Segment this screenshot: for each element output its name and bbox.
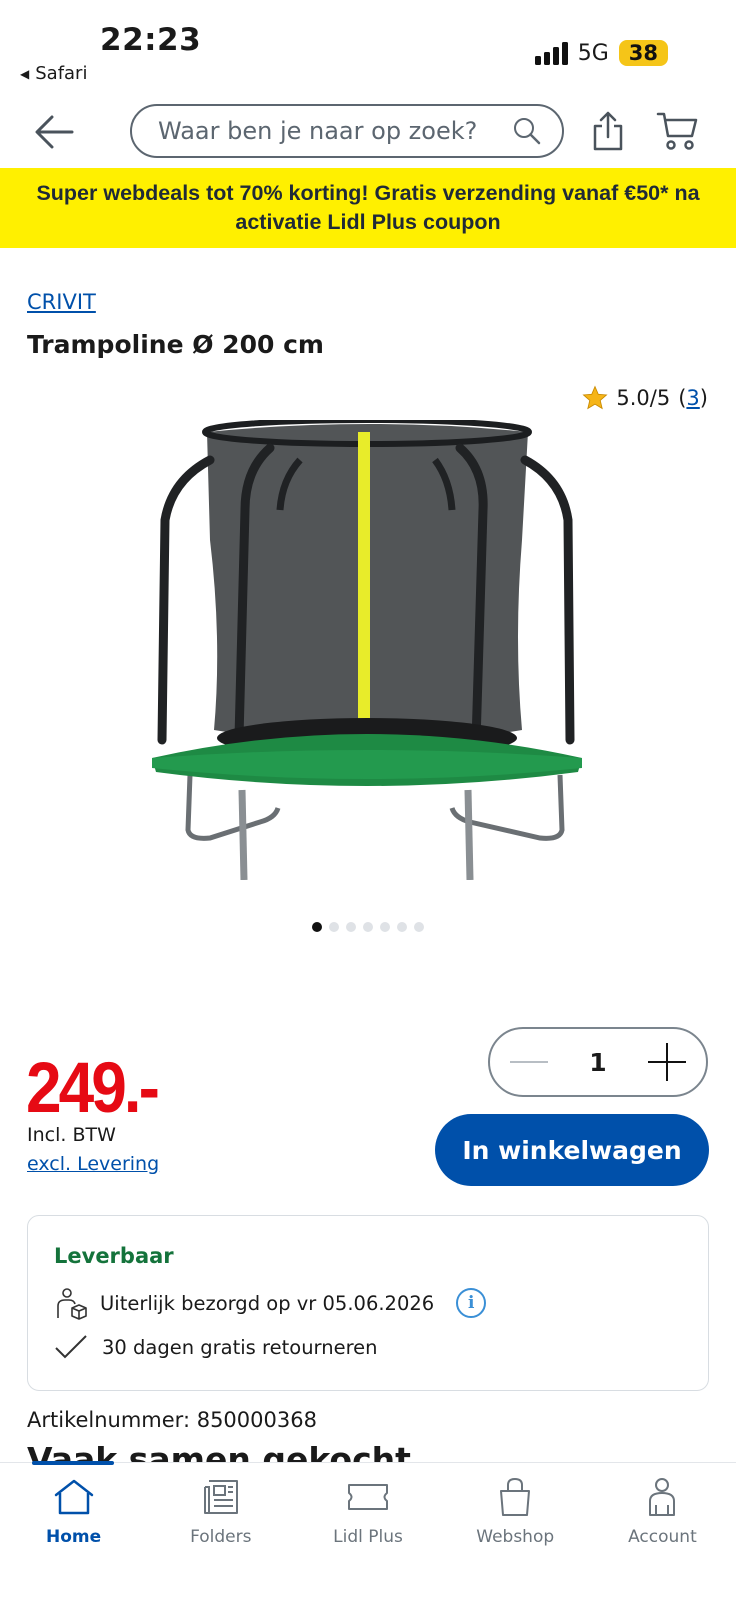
tab-account[interactable]: Account xyxy=(589,1463,736,1600)
page-dot[interactable] xyxy=(414,922,424,932)
search-icon[interactable] xyxy=(512,116,542,146)
tab-home[interactable]: Home xyxy=(0,1463,147,1600)
decrease-quantity-button[interactable] xyxy=(510,1061,548,1063)
page-dot[interactable] xyxy=(397,922,407,932)
tab-label: Home xyxy=(46,1527,102,1547)
article-number: Artikelnummer: 850000368 xyxy=(27,1408,317,1432)
tab-webshop[interactable]: Webshop xyxy=(442,1463,589,1600)
vat-note: Incl. BTW xyxy=(27,1124,116,1146)
page-dot[interactable] xyxy=(380,922,390,932)
rating-count-link[interactable]: 3 xyxy=(686,386,699,410)
returns-text: 30 dagen gratis retourneren xyxy=(102,1335,378,1359)
home-icon xyxy=(54,1479,93,1515)
share-icon[interactable] xyxy=(590,110,626,152)
search-input[interactable]: Waar ben je naar op zoek? xyxy=(130,104,564,158)
ticket-icon xyxy=(348,1484,388,1510)
product-image[interactable] xyxy=(150,420,590,880)
bottom-tab-bar: Home Folders Lidl Plus Webshop Account xyxy=(0,1461,736,1600)
shopping-bag-icon xyxy=(500,1477,531,1516)
tab-label: Webshop xyxy=(476,1527,555,1547)
promo-banner[interactable]: Super webdeals tot 70% korting! Gratis v… xyxy=(0,168,736,248)
quantity-value: 1 xyxy=(589,1047,607,1077)
tab-lidl-plus[interactable]: Lidl Plus xyxy=(294,1463,441,1600)
account-icon xyxy=(649,1478,676,1516)
page-dot[interactable] xyxy=(329,922,339,932)
add-to-cart-button[interactable]: In winkelwagen xyxy=(435,1114,709,1186)
rating[interactable]: 5.0/5 (3) xyxy=(582,385,708,411)
page-dot[interactable] xyxy=(363,922,373,932)
battery-icon: 38 xyxy=(618,40,668,66)
back-to-safari[interactable]: ◀ Safari xyxy=(20,63,87,84)
back-triangle-icon: ◀ xyxy=(20,66,30,81)
delivery-info-box: Leverbaar Uiterlijk bezorgd op vr 05.06.… xyxy=(27,1215,709,1391)
page-dot[interactable] xyxy=(346,922,356,932)
folders-icon xyxy=(203,1480,238,1514)
rating-value: 5.0/5 xyxy=(616,386,671,410)
network-label: 5G xyxy=(577,40,609,66)
returns-row: 30 dagen gratis retourneren xyxy=(54,1334,378,1360)
price: 249.- xyxy=(26,1047,160,1128)
tab-label: Account xyxy=(628,1527,697,1547)
promo-text: Super webdeals tot 70% korting! Gratis v… xyxy=(36,181,700,234)
back-arrow-icon[interactable] xyxy=(30,108,78,156)
status-time: 22:23 xyxy=(100,22,202,58)
product-title: Trampoline Ø 200 cm xyxy=(27,330,324,359)
checkmark-icon xyxy=(55,1335,87,1359)
signal-icon xyxy=(534,41,568,65)
tab-label: Lidl Plus xyxy=(333,1527,403,1547)
availability-status: Leverbaar xyxy=(54,1244,174,1268)
increase-quantity-button[interactable] xyxy=(648,1043,686,1081)
active-tab-indicator xyxy=(32,1461,114,1465)
delivery-cost-link[interactable]: excl. Levering xyxy=(27,1153,159,1175)
section-heading: Vaak samen gekocht xyxy=(27,1440,411,1462)
page-dot[interactable] xyxy=(312,922,322,932)
image-pagination[interactable] xyxy=(312,922,424,932)
status-indicators: 5G 38 xyxy=(534,40,668,66)
cart-icon[interactable] xyxy=(656,110,700,152)
tab-label: Folders xyxy=(190,1527,252,1547)
quantity-stepper[interactable]: 1 xyxy=(488,1027,708,1097)
brand-link[interactable]: CRIVIT xyxy=(27,290,96,314)
star-icon xyxy=(582,385,608,410)
tab-folders[interactable]: Folders xyxy=(147,1463,294,1600)
delivery-package-icon xyxy=(57,1288,87,1320)
back-app-label: Safari xyxy=(35,63,88,84)
delivery-date-row: Uiterlijk bezorgd op vr 05.06.2026 i xyxy=(54,1286,487,1320)
search-placeholder: Waar ben je naar op zoek? xyxy=(158,117,478,145)
delivery-date-text: Uiterlijk bezorgd op vr 05.06.2026 xyxy=(100,1291,435,1315)
info-icon[interactable]: i xyxy=(456,1288,487,1318)
